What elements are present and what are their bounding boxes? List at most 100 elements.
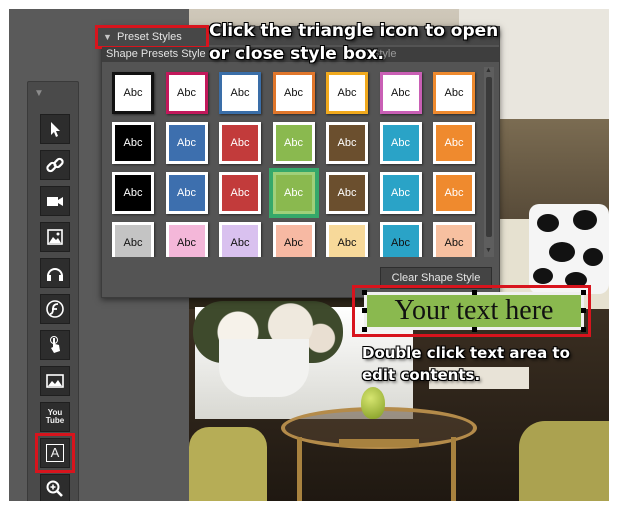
style-swatch-selected[interactable]: Abc [268, 168, 319, 218]
style-swatch[interactable]: Abc [379, 172, 422, 214]
preset-styles-label: Preset Styles [117, 31, 182, 43]
style-swatch[interactable]: Abc [379, 222, 422, 257]
resize-handle[interactable] [581, 290, 586, 295]
resize-handle[interactable] [472, 290, 477, 295]
picture-icon [46, 374, 64, 388]
text-shape[interactable]: Your text here [364, 292, 584, 330]
style-swatch[interactable]: Abc [326, 172, 368, 214]
preset-styles-toggle[interactable]: ▼ Preset Styles [95, 25, 209, 49]
style-swatch[interactable]: Abc [112, 72, 154, 114]
style-swatch-grid: Abc Abc Abc Abc Abc Abc Abc Abc Abc Abc Abc Abc Abc A… [102, 67, 492, 257]
scroll-up-arrow-icon[interactable]: ▲ [485, 67, 492, 74]
resize-handle[interactable] [362, 308, 367, 313]
annotation-toggle-line1: Click the triangle icon to open [209, 21, 499, 41]
swatch-scrollbar[interactable]: ▲ ▼ [484, 67, 494, 257]
resize-handle[interactable] [581, 308, 586, 313]
annotation-edit-line1: Double click text area to [362, 344, 570, 362]
flash-tool-button[interactable] [40, 294, 70, 324]
photo-chair-left [189, 427, 267, 501]
resize-handle[interactable] [362, 327, 367, 332]
swatch-label: Abc [123, 137, 143, 149]
swatch-label: Abc [444, 137, 464, 149]
swatch-label: Abc [391, 137, 410, 149]
video-tool-button[interactable] [40, 186, 70, 216]
editor-stage: ▼ You Tube A ▼ Preset Styles Shape Prese… [9, 9, 609, 501]
swatch-label: Abc [284, 87, 303, 99]
image-icon [47, 229, 63, 245]
resize-handle[interactable] [472, 327, 477, 332]
style-swatch[interactable]: Abc [165, 72, 208, 114]
style-swatch[interactable]: Abc [433, 122, 475, 164]
photo-pillow [529, 204, 609, 294]
style-swatch[interactable]: Abc [326, 72, 368, 114]
photo-chair-right [519, 421, 609, 501]
scroll-down-arrow-icon[interactable]: ▼ [485, 247, 492, 254]
swatch-label: Abc [123, 187, 143, 199]
swatch-label: Abc [391, 87, 410, 99]
style-swatch[interactable]: Abc [219, 72, 261, 114]
style-swatch[interactable]: Abc [272, 72, 315, 114]
swatch-label: Abc [284, 237, 303, 249]
swatch-label: Abc [230, 187, 250, 199]
style-swatch[interactable]: Abc [165, 172, 208, 214]
preset-styles-panel: ▼ Preset Styles Shape Presets Style Styl… [95, 25, 500, 298]
swatch-label: Abc [391, 187, 410, 199]
link-icon [46, 157, 64, 173]
youtube-icon: You Tube [45, 408, 65, 425]
select-tool-button[interactable] [40, 114, 70, 144]
style-swatch[interactable]: Abc [433, 72, 475, 114]
picture-tool-button[interactable] [40, 366, 70, 396]
photo-table-leg [297, 437, 302, 501]
text-tool-button[interactable]: A [35, 433, 75, 473]
style-swatch[interactable]: Abc [219, 122, 261, 164]
triangle-collapse-icon[interactable]: ▼ [103, 28, 112, 46]
swatch-label: Abc [177, 187, 196, 199]
resize-handle[interactable] [362, 290, 367, 295]
style-swatch[interactable]: Abc [112, 122, 154, 164]
swatch-label: Abc [337, 187, 357, 199]
text-shape-content[interactable]: Your text here [395, 295, 554, 327]
audio-tool-button[interactable] [40, 258, 70, 288]
style-swatch[interactable]: Abc [272, 222, 315, 257]
swatch-label: Abc [391, 237, 410, 249]
style-swatch[interactable]: Abc [433, 222, 475, 257]
swatch-label: Abc [123, 87, 143, 99]
image-tool-button[interactable] [40, 222, 70, 252]
headphones-icon [47, 268, 63, 281]
swatch-label: Abc [444, 87, 464, 99]
button-tool-button[interactable] [40, 330, 70, 360]
style-swatch[interactable]: Abc [165, 122, 208, 164]
swatch-label: Abc [177, 87, 196, 99]
resize-handle[interactable] [581, 327, 586, 332]
swatch-label: Abc [444, 237, 464, 249]
photo-vase [219, 339, 309, 397]
style-swatch[interactable]: Abc [165, 222, 208, 257]
video-camera-icon [47, 197, 63, 206]
link-tool-button[interactable] [40, 150, 70, 180]
style-swatch[interactable]: Abc [326, 222, 368, 257]
style-swatch[interactable]: Abc [379, 72, 422, 114]
photo-table-shelf [339, 439, 419, 447]
style-swatch[interactable]: Abc [326, 122, 368, 164]
swatch-label: Abc [123, 237, 143, 249]
style-swatch[interactable]: Abc [272, 122, 315, 164]
youtube-tool-button[interactable]: You Tube [40, 402, 70, 432]
tool-palette: ▼ You Tube A [27, 81, 79, 501]
style-swatch[interactable]: Abc [219, 222, 261, 257]
style-swatch[interactable]: Abc [379, 122, 422, 164]
swatch-label: Abc [284, 187, 303, 199]
style-swatch[interactable]: Abc [219, 172, 261, 214]
style-swatch[interactable]: Abc [433, 172, 475, 214]
style-swatch[interactable]: Abc [112, 172, 154, 214]
palette-collapse-icon[interactable]: ▼ [34, 88, 44, 99]
zoom-in-tool-button[interactable] [40, 474, 70, 501]
tab-shape-presets-style[interactable]: Shape Presets Style [106, 47, 206, 62]
swatch-label: Abc [230, 87, 250, 99]
swatch-label: Abc [337, 137, 357, 149]
style-swatch[interactable]: Abc [112, 222, 154, 257]
arrow-cursor-icon [51, 122, 60, 137]
flash-icon [46, 300, 64, 318]
photo-pear [361, 387, 385, 419]
scrollbar-thumb[interactable] [486, 77, 492, 237]
swatch-label: Abc [444, 187, 464, 199]
